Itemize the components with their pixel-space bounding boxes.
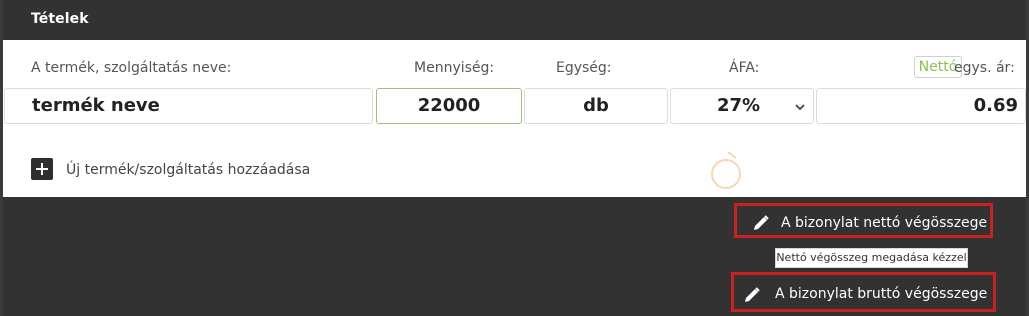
gross-total-button[interactable]: A bizonylat bruttó végösszege bbox=[731, 272, 996, 312]
add-item-link[interactable]: Új termék/szolgáltatás hozzáadása bbox=[66, 162, 310, 178]
chevron-down-icon bbox=[795, 104, 805, 111]
pencil-icon bbox=[754, 215, 769, 230]
unit-price-input[interactable]: 0.69 bbox=[816, 88, 1026, 124]
unit-input[interactable]: db bbox=[524, 88, 668, 124]
product-name-input[interactable]: termék neve bbox=[4, 88, 373, 124]
watermark-mark bbox=[711, 151, 741, 189]
net-total-button[interactable]: A bizonylat nettó végösszege bbox=[734, 203, 993, 238]
unit-price-label: egys. ár: bbox=[954, 60, 1015, 76]
tooltip: Nettó végösszeg megadása kézzel bbox=[775, 248, 968, 268]
plus-icon bbox=[36, 163, 48, 175]
vat-label: ÁFA: bbox=[729, 60, 760, 76]
unit-label: Egység: bbox=[556, 60, 612, 76]
vat-selected-value: 27% bbox=[717, 95, 761, 116]
add-item-button[interactable] bbox=[31, 158, 53, 180]
net-total-label: A bizonylat nettó végösszege bbox=[781, 215, 988, 231]
gross-total-label: A bizonylat bruttó végösszege bbox=[775, 286, 988, 302]
pencil-icon bbox=[745, 287, 760, 302]
quantity-label: Mennyiség: bbox=[414, 60, 495, 76]
quantity-input[interactable]: 22000 bbox=[376, 88, 522, 124]
product-name-label: A termék, szolgáltatás neve: bbox=[31, 60, 232, 76]
section-title: Tételek bbox=[31, 11, 89, 27]
items-section-header: Tételek bbox=[3, 0, 1026, 40]
vat-select[interactable]: 27% bbox=[670, 88, 814, 124]
